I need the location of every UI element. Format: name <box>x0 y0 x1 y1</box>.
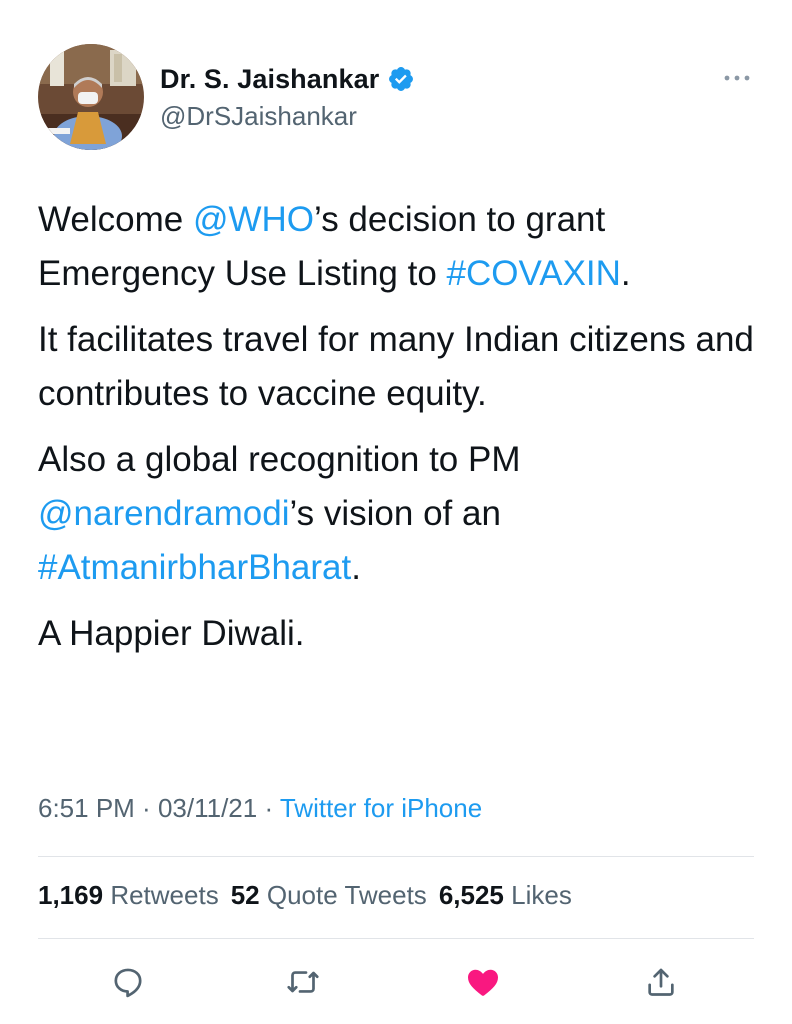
tweet-paragraph: It facilitates travel for many Indian ci… <box>38 320 754 413</box>
text-span: . <box>620 254 631 293</box>
mention-link-narendramodi[interactable]: @narendramodi <box>38 494 290 533</box>
tweet-metadata: 6:51 PM · 03/11/21 · Twitter for iPhone <box>38 793 482 824</box>
verified-badge-icon <box>389 67 414 91</box>
share-icon <box>648 968 674 996</box>
tweet-action-bar <box>0 962 792 1006</box>
tweet-paragraph: Welcome @WHO’s decision to grant Emergen… <box>38 193 768 301</box>
divider <box>38 856 754 857</box>
retweets-label: Retweets <box>110 880 219 910</box>
reply-icon <box>114 968 142 998</box>
retweet-button[interactable] <box>283 962 323 1002</box>
likes-count: 6,525 <box>438 880 504 910</box>
tweet-paragraph: A Happier Diwali. <box>38 614 305 653</box>
author-name-row[interactable]: Dr. S. Jaishankar <box>160 62 415 96</box>
avatar[interactable] <box>38 44 144 150</box>
tweet-stats: 1,169 Retweets 52 Quote Tweets 6,525 Likes <box>38 880 572 911</box>
separator: · <box>257 793 280 823</box>
quotes-stat[interactable]: 52 Quote Tweets <box>231 880 427 910</box>
more-options-icon[interactable] <box>722 68 752 88</box>
tweet-time[interactable]: 6:51 PM <box>38 793 135 823</box>
hashtag-link-covaxin[interactable]: #COVAXIN <box>447 254 621 293</box>
mention-link-who[interactable]: @WHO <box>193 200 314 239</box>
like-button[interactable] <box>463 962 503 1002</box>
tweet-paragraph: Also a global recognition to PM @narendr… <box>38 433 768 595</box>
retweets-count: 1,169 <box>38 880 104 910</box>
quotes-label: Quote Tweets <box>266 880 427 910</box>
quotes-count: 52 <box>230 880 260 910</box>
likes-stat[interactable]: 6,525 Likes <box>439 880 572 910</box>
text-span: ’s vision of an <box>289 494 501 533</box>
text-span: . <box>351 548 361 587</box>
retweets-stat[interactable]: 1,169 Retweets <box>38 880 219 910</box>
likes-label: Likes <box>511 880 572 910</box>
heart-icon <box>468 969 498 996</box>
retweet-icon <box>287 971 319 993</box>
tweet-date[interactable]: 03/11/21 <box>158 793 257 823</box>
tweet-text: Welcome @WHO’s decision to grant Emergen… <box>38 193 768 673</box>
tweet-source-link[interactable]: Twitter for iPhone <box>280 793 482 823</box>
reply-button[interactable] <box>108 962 148 1002</box>
text-span: Also a global recognition to PM <box>38 440 521 479</box>
text-span: Welcome <box>38 200 193 239</box>
separator: · <box>134 793 158 823</box>
author-display-name[interactable]: Dr. S. Jaishankar <box>160 64 379 95</box>
share-button[interactable] <box>641 962 681 1002</box>
divider <box>38 938 754 939</box>
author-handle[interactable]: @DrSJaishankar <box>160 101 357 132</box>
hashtag-link-atmanirbharbharat[interactable]: #AtmanirbharBharat <box>38 548 351 587</box>
